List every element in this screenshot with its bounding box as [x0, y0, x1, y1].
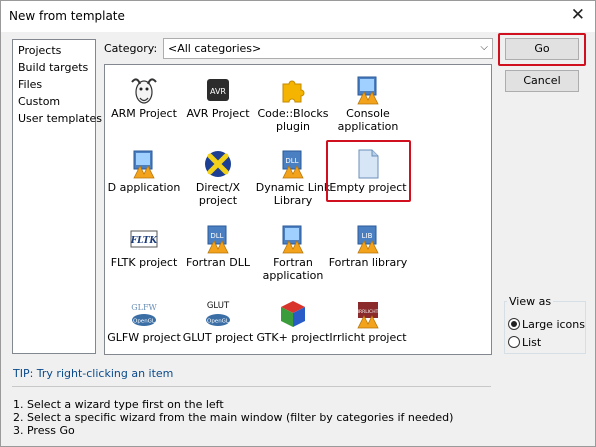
dll-icon: DLL	[282, 150, 304, 179]
dll-icon-text: DLL	[285, 157, 298, 165]
go-button[interactable]: Go	[505, 38, 579, 60]
irrlicht-icon-text: IRRLICHT	[358, 309, 379, 315]
template-d-application[interactable]: D application	[107, 143, 181, 211]
opengl-icon-text: OpenGL	[207, 319, 230, 325]
divider	[12, 386, 491, 387]
template-grid[interactable]: ARM Project AVR AVR Project Code::Blocks…	[104, 64, 492, 355]
fortran-dll-icon-text: DLL	[210, 232, 223, 240]
template-label: Dynamic Link Library	[255, 181, 331, 207]
template-label: GLUT project	[182, 331, 254, 344]
template-glut-project[interactable]: GLUT OpenGL GLUT project	[181, 293, 255, 354]
template-label: Console application	[337, 107, 399, 133]
glut-icon: GLUT OpenGL	[206, 301, 230, 326]
avr-icon-text: AVR	[210, 87, 226, 96]
template-codeblocks-plugin[interactable]: Code::Blocks plugin	[256, 69, 330, 137]
sidebar-item-projects[interactable]: Projects	[18, 44, 61, 58]
category-label: Category:	[104, 42, 158, 55]
cancel-button[interactable]: Cancel	[505, 70, 579, 92]
template-label: Irrlicht project	[329, 331, 407, 344]
chevron-down-icon: ⌵	[480, 42, 488, 53]
category-value: <All categories>	[168, 42, 262, 55]
sidebar-item-build-targets[interactable]: Build targets	[18, 61, 88, 75]
template-label: AVR Project	[186, 107, 250, 120]
window-title: New from template	[9, 9, 125, 23]
irrlicht-icon: IRRLICHT	[357, 302, 379, 329]
template-label: Direct/X project	[195, 181, 241, 207]
radio-list-label[interactable]: List	[522, 336, 541, 349]
template-label: Code::Blocks plugin	[257, 107, 329, 133]
template-fltk-project[interactable]: FLTK FLTK project	[107, 218, 181, 286]
radio-list[interactable]	[508, 336, 520, 348]
close-icon[interactable]: ✕	[571, 5, 585, 25]
new-from-template-dialog: New from template ✕ Projects Build targe…	[0, 0, 596, 447]
template-avr-project[interactable]: AVR AVR Project	[181, 69, 255, 137]
sidebar-item-files[interactable]: Files	[18, 78, 42, 92]
template-dynamic-link-library[interactable]: DLL Dynamic Link Library	[256, 143, 330, 211]
step-text: 3. Press Go	[13, 424, 75, 437]
template-label: Fortran application	[262, 256, 324, 282]
sidebar-item-custom[interactable]: Custom	[18, 95, 60, 109]
template-gtk-project[interactable]: GTK+ project	[256, 293, 330, 354]
template-label: Fortran library	[328, 256, 408, 269]
title-bar: New from template ✕	[1, 1, 595, 32]
fltk-icon: FLTK	[130, 230, 159, 248]
template-fortran-library[interactable]: LIB Fortran library	[329, 218, 407, 286]
template-label: D application	[107, 181, 181, 194]
radio-large-icons-label[interactable]: Large icons	[522, 318, 585, 331]
template-glfw-project[interactable]: GLFW OpenGL GLFW project	[107, 293, 181, 354]
view-as-title: View as	[507, 295, 554, 308]
gtk-cube-icon	[281, 301, 305, 327]
step-text: 2. Select a specific wizard from the mai…	[13, 411, 454, 424]
glut-icon-text: GLUT	[207, 301, 230, 311]
sidebar-item-user-templates[interactable]: User templates	[18, 112, 102, 126]
tip-text: TIP: Try right-clicking an item	[13, 367, 174, 380]
radio-large-icons[interactable]	[508, 318, 520, 330]
template-label: GLFW project	[107, 331, 181, 344]
gnu-head-icon	[131, 78, 157, 104]
fortran-lib-icon: LIB	[357, 225, 379, 254]
template-label: ARM Project	[111, 107, 177, 120]
wizard-type-list[interactable]: Projects Build targets Files Custom User…	[12, 39, 102, 354]
template-irrlicht-project[interactable]: IRRLICHT Irrlicht project	[329, 293, 407, 354]
category-dropdown[interactable]: <All categories> ⌵	[163, 38, 493, 59]
fltk-icon-text: FLTK	[130, 236, 159, 246]
glfw-icon: GLFW OpenGL	[131, 303, 158, 326]
puzzle-piece-icon	[282, 80, 305, 103]
template-fortran-dll[interactable]: DLL Fortran DLL	[181, 218, 255, 286]
template-arm-project[interactable]: ARM Project	[107, 69, 181, 137]
step-text: 1. Select a wizard type first on the lef…	[13, 398, 224, 411]
template-fortran-application[interactable]: Fortran application	[256, 218, 330, 286]
template-directx-project[interactable]: Direct/X project	[181, 143, 255, 211]
template-label: Fortran DLL	[186, 256, 250, 269]
fortran-app-icon	[282, 225, 304, 254]
template-console-application[interactable]: Console application	[331, 69, 405, 137]
console-app-icon	[357, 76, 379, 105]
fortran-dll-icon: DLL	[207, 225, 229, 254]
empty-project-highlight	[326, 140, 411, 202]
glfw-icon-text: GLFW	[131, 303, 157, 312]
opengl-icon-text: OpenGL	[133, 319, 156, 325]
avr-chip-icon: AVR	[207, 79, 229, 101]
template-label: FLTK project	[110, 256, 178, 269]
lib-icon-text: LIB	[362, 232, 373, 240]
template-label: GTK+ project	[256, 331, 330, 344]
directx-icon	[205, 151, 231, 177]
d-app-icon	[133, 150, 155, 179]
